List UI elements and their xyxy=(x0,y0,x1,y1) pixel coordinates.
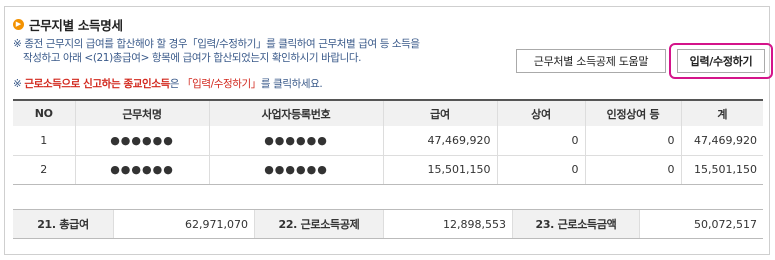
row-no: 2 xyxy=(13,155,75,185)
earned-income-deduction-value: 12,898,553 xyxy=(383,210,513,238)
income-deduction-help-button[interactable]: 근무처별 소득공제 도움말 xyxy=(516,49,666,73)
workplace-income-table-wrap: NO 근무처명 사업자등록번호 급여 상여 인정상여 등 계 1 ●●●●●● … xyxy=(13,99,763,185)
religious-income-notice: ※ 근로소득으로 신고하는 종교인소득은 「입력/수정하기」를 클릭하세요. xyxy=(13,77,513,91)
section-title-row: ▶ 근무지별 소득명세 xyxy=(13,15,763,33)
bonus-value: 0 xyxy=(496,155,585,185)
table-row: 2 ●●●●●● ●●●●●● 15,501,150 0 0 15,501,15… xyxy=(13,155,763,185)
bullet-arrow-icon: ▶ xyxy=(13,18,24,30)
section-header: ▶ 근무지별 소득명세 ※ 종전 근무지의 급여를 합산해야 할 경우「입력/수… xyxy=(13,15,773,90)
salary-value: 15,501,150 xyxy=(382,155,497,185)
row-total-value: 47,469,920 xyxy=(680,126,763,156)
workplace-income-table: NO 근무처명 사업자등록번호 급여 상여 인정상여 등 계 1 ●●●●●● … xyxy=(13,99,763,185)
income-details-panel: ▶ 근무지별 소득명세 ※ 종전 근무지의 급여를 합산해야 할 경우「입력/수… xyxy=(4,6,773,255)
section-title: 근무지별 소득명세 xyxy=(29,17,123,33)
merge-notice-line2: 작성하고 아래 <(21)총급여> 항목에 급여가 합산되었는지 확인하시기 바… xyxy=(23,52,362,64)
earned-income-amount-label: 23. 근로소득금액 xyxy=(513,210,639,238)
edit-button-highlight: 입력/수정하기 xyxy=(669,43,773,79)
notice-mark: ※ xyxy=(13,78,25,90)
row-total-value: 15,501,150 xyxy=(680,155,763,185)
header-salary: 급여 xyxy=(382,100,497,126)
workplace-name-masked: ●●●●●● xyxy=(74,155,209,185)
notice-mid-text: 은 xyxy=(169,78,182,90)
header-recognized-bonus: 인정상여 등 xyxy=(584,100,681,126)
header-total: 계 xyxy=(680,100,763,126)
earned-income-deduction-label: 22. 근로소득공제 xyxy=(255,210,383,238)
table-row: 1 ●●●●●● ●●●●●● 47,469,920 0 0 47,469,92… xyxy=(13,126,763,156)
header-bonus: 상여 xyxy=(496,100,585,126)
recognized-bonus-value: 0 xyxy=(584,155,681,185)
edit-button[interactable]: 입력/수정하기 xyxy=(677,49,765,73)
table-header-row: NO 근무처명 사업자등록번호 급여 상여 인정상여 등 계 xyxy=(13,100,763,126)
bonus-value: 0 xyxy=(496,126,585,156)
recognized-bonus-value: 0 xyxy=(584,126,681,156)
row-no: 1 xyxy=(13,126,75,156)
total-pay-value: 62,971,070 xyxy=(113,210,255,238)
earned-income-amount-value: 50,072,517 xyxy=(639,210,763,238)
edit-reference-text: 「입력/수정하기」 xyxy=(181,78,261,90)
merge-notice: ※ 종전 근무지의 급여를 합산해야 할 경우「입력/수정하기」를 클릭하여 근… xyxy=(13,37,503,65)
income-summary-row: 21. 총급여 62,971,070 22. 근로소득공제 12,898,553… xyxy=(13,209,763,239)
merge-notice-line1: ※ 종전 근무지의 급여를 합산해야 할 경우「입력/수정하기」를 클릭하여 근… xyxy=(13,38,420,50)
header-workplace-name: 근무처명 xyxy=(74,100,209,126)
religious-income-text: 근로소득으로 신고하는 종교인소득 xyxy=(24,78,170,90)
header-no: NO xyxy=(34,107,53,120)
business-number-masked: ●●●●●● xyxy=(208,126,383,156)
business-number-masked: ●●●●●● xyxy=(208,155,383,185)
salary-value: 47,469,920 xyxy=(382,126,497,156)
header-business-number: 사업자등록번호 xyxy=(208,100,383,126)
total-pay-label: 21. 총급여 xyxy=(13,210,113,238)
notice-tail-text: 를 클릭하세요. xyxy=(260,78,323,90)
workplace-name-masked: ●●●●●● xyxy=(74,126,209,156)
